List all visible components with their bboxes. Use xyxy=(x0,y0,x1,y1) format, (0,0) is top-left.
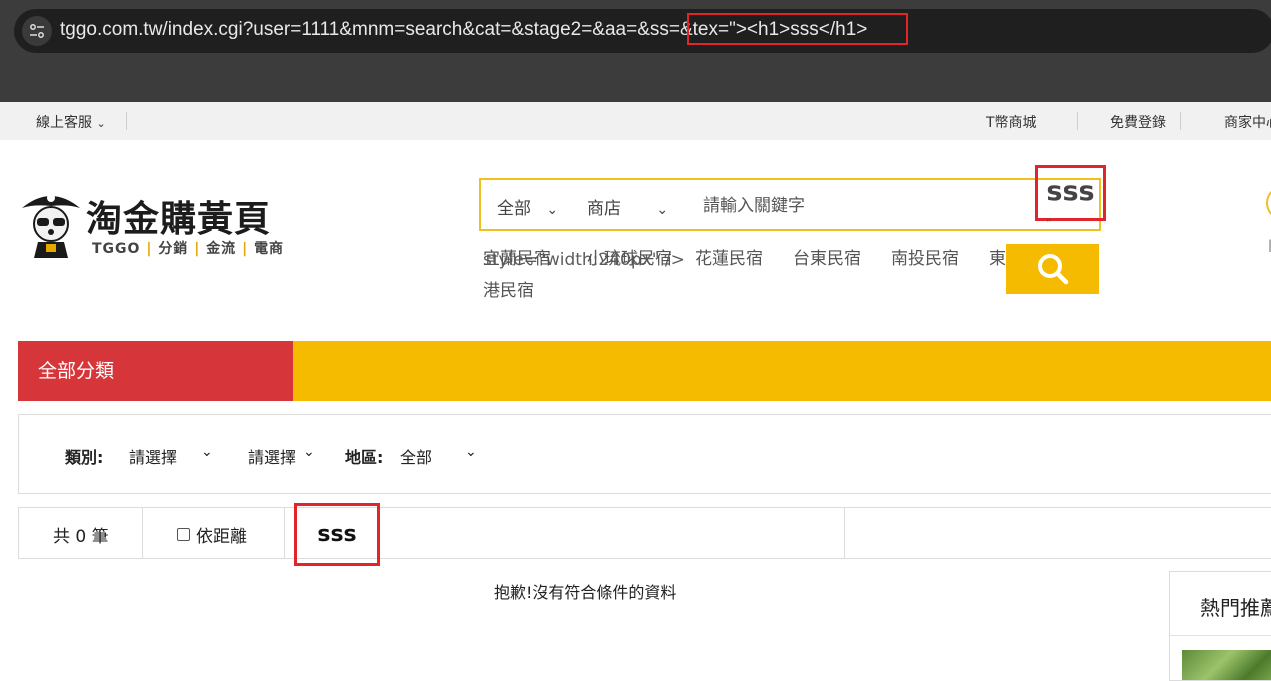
result-count: 共 0 筆 xyxy=(53,527,109,547)
site-info-icon[interactable] xyxy=(22,16,52,46)
chevron-down-icon: ⌄ xyxy=(656,202,669,218)
hot-tag[interactable]: 南投民宿 xyxy=(891,244,959,269)
hot-tag[interactable]: 港民宿 xyxy=(483,276,534,301)
hot-recommend-title: 熱門推薦 xyxy=(1200,596,1271,620)
logo-title: 淘金購黃頁 xyxy=(86,199,272,240)
category-filter-label: 類別: xyxy=(65,448,104,467)
empty-results-message: 抱歉!沒有符合條件的資料 xyxy=(494,583,677,602)
result-toolbar: 共 0 筆 依距離 xyxy=(18,507,1271,559)
cart-icon[interactable] xyxy=(1266,186,1271,220)
logo-subtitle: TGGO | 分銷 | 金流 | 電商 xyxy=(92,241,285,257)
search-button[interactable] xyxy=(1006,244,1099,294)
browser-chrome: tggo.com.tw/index.cgi?user=1111&mnm=sear… xyxy=(0,0,1271,102)
stray-quote: " xyxy=(1046,216,1052,230)
region-filter-label: 地區: xyxy=(345,448,384,467)
chevron-down-icon: ⌄ xyxy=(546,202,559,218)
sort-by-distance-checkbox[interactable]: 依距離 xyxy=(177,522,247,547)
category-filter-select[interactable]: 請選擇 xyxy=(129,444,177,468)
merchant-center-link[interactable]: 商家中心 xyxy=(1224,112,1271,132)
hot-tag[interactable]: 花蓮民宿 xyxy=(695,244,763,269)
search-type-select[interactable]: 商店 ⌄ xyxy=(587,194,668,219)
injected-heading-highlight: sss xyxy=(294,503,380,566)
injected-text-highlight: sss xyxy=(1035,165,1106,221)
filter-panel: 類別: 請選擇 ⌄ 請選擇 ⌄ 地區: 全部 ⌄ xyxy=(18,414,1271,494)
divider xyxy=(126,112,127,130)
site-logo[interactable]: 淘金購黃頁 TGGO | 分銷 | 金流 | 電商 xyxy=(18,186,288,260)
hot-tag[interactable]: 東 xyxy=(989,244,1006,269)
chevron-down-icon: ⌄ xyxy=(96,117,106,130)
pirate-mascot-icon xyxy=(22,194,80,258)
search-icon xyxy=(1038,254,1069,285)
hot-tag[interactable]: 台東民宿 xyxy=(793,244,861,269)
region-filter-select[interactable]: 全部 xyxy=(400,444,432,468)
leaked-attribute-text: style="width:240px" /> xyxy=(483,250,685,270)
address-bar[interactable]: tggo.com.tw/index.cgi?user=1111&mnm=sear… xyxy=(14,9,1271,53)
injection-highlight-box xyxy=(687,13,908,45)
chevron-down-icon[interactable]: ⌄ xyxy=(465,444,477,460)
tcoin-mall-link[interactable]: T幣商城 xyxy=(986,112,1037,132)
checkbox-icon[interactable] xyxy=(177,528,190,541)
utility-bar: 線上客服 ⌄ T幣商城 免費登錄 商家中心 xyxy=(0,102,1271,140)
recommend-thumbnail[interactable] xyxy=(1182,650,1271,680)
customer-service-link[interactable]: 線上客服 ⌄ xyxy=(36,112,106,132)
all-categories-button[interactable]: 全部分類 xyxy=(18,341,293,401)
divider xyxy=(1077,112,1078,130)
divider xyxy=(1180,112,1181,130)
chevron-down-icon[interactable]: ⌄ xyxy=(303,444,315,460)
category-nav-bar: 全部分類 xyxy=(18,341,1271,401)
search-category-select[interactable]: 全部 ⌄ xyxy=(497,194,558,219)
register-link[interactable]: 免費登錄 xyxy=(1110,112,1166,132)
chevron-down-icon[interactable]: ⌄ xyxy=(201,444,213,460)
hot-recommend-panel: 熱門推薦 xyxy=(1169,571,1271,681)
divider xyxy=(1170,635,1271,636)
search-input[interactable] xyxy=(703,193,1033,219)
subcategory-filter-select[interactable]: 請選擇 xyxy=(248,444,296,468)
search-box: 全部 ⌄ 商店 ⌄ xyxy=(479,178,1101,231)
